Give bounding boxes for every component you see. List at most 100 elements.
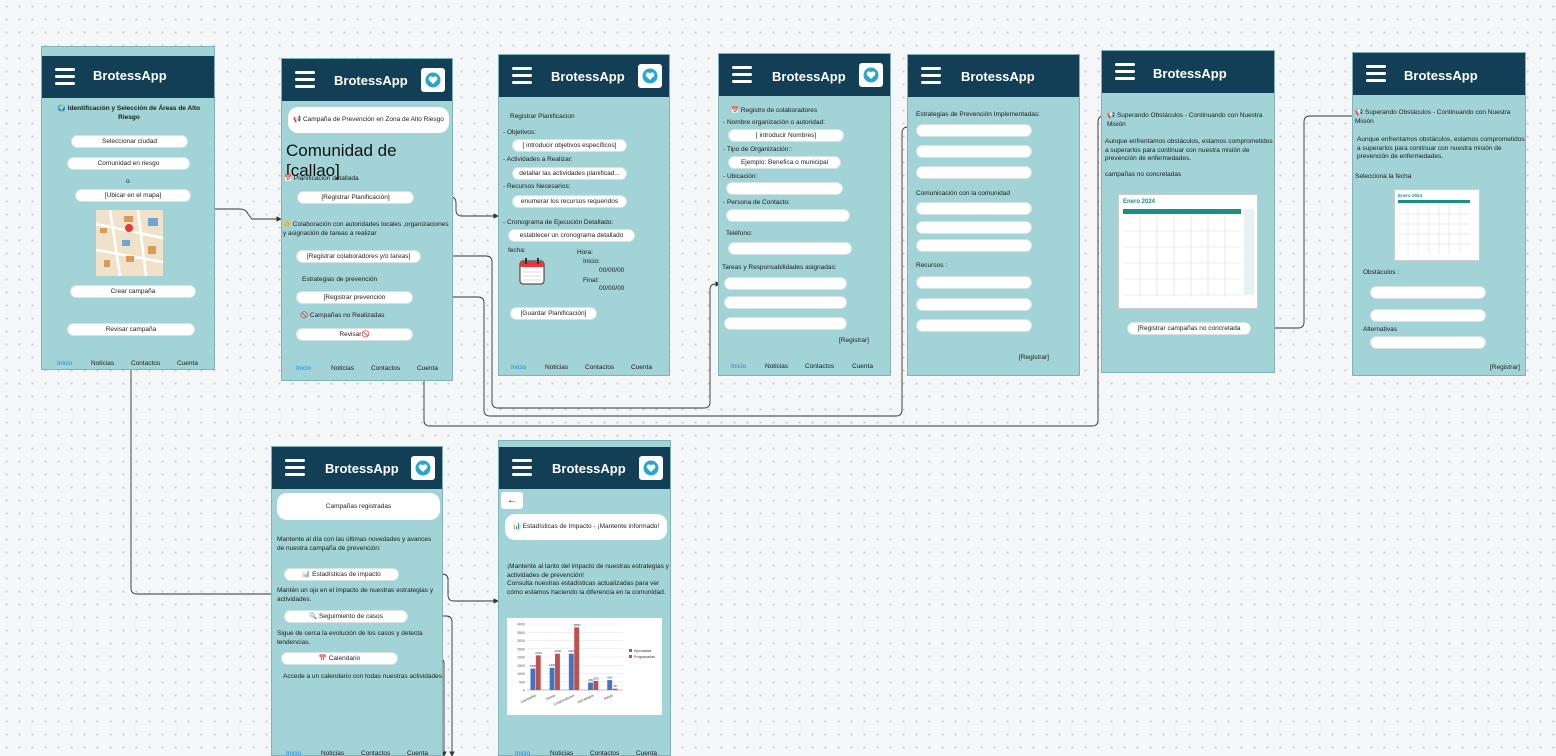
- phone-field[interactable]: [728, 242, 852, 255]
- community-risk-button[interactable]: Comunidad en riesgo: [67, 157, 190, 170]
- nav-noticias[interactable]: Noticias: [321, 750, 344, 755]
- back-button[interactable]: ←: [501, 492, 523, 509]
- task-field-2[interactable]: [724, 296, 847, 309]
- nav-inicio[interactable]: Inicio: [511, 364, 526, 371]
- app-title: BrotessApp: [325, 461, 399, 476]
- nav-cuenta[interactable]: Cuenta: [407, 750, 428, 755]
- nav-contactos[interactable]: Contactos: [585, 364, 614, 371]
- nav-noticias[interactable]: Noticias: [545, 364, 568, 371]
- app-title: BrotessApp: [772, 69, 846, 84]
- obstacle-field-2[interactable]: [1370, 309, 1486, 322]
- nav-noticias[interactable]: Noticias: [765, 363, 788, 370]
- save-planning-button[interactable]: [Guardar Planificación]: [510, 307, 597, 320]
- calendar-grid: [1123, 215, 1241, 297]
- select-city-button[interactable]: Seleccionar ciudad: [71, 135, 188, 148]
- nav-cuenta[interactable]: Cuenta: [177, 360, 198, 367]
- calendar-button[interactable]: 📅 Calendario: [281, 652, 398, 665]
- cases-desc: Sigue de cerca la evolución de los casos…: [277, 630, 423, 646]
- bottom-nav: Inicio Noticias Contactos Cuenta: [282, 363, 452, 377]
- strategy-field-3[interactable]: [916, 166, 1032, 179]
- app-title: BrotessApp: [961, 69, 1035, 84]
- nav-noticias[interactable]: Noticias: [331, 365, 354, 372]
- menu-icon[interactable]: [1366, 65, 1386, 82]
- map-image[interactable]: [96, 210, 163, 276]
- legend-swatch: [629, 655, 632, 658]
- task-field-1[interactable]: [724, 277, 847, 290]
- objectives-field[interactable]: [ introducir objetivos específicos]: [512, 139, 627, 152]
- menu-icon[interactable]: [921, 67, 941, 84]
- chart-svg: 0 500 1000 1500 2000 2500 3000 3500 4000 1300 2100…: [517, 623, 655, 707]
- y-tick-label: 1000: [517, 672, 525, 676]
- bar-1-4: [612, 688, 618, 690]
- location-field[interactable]: [726, 182, 843, 195]
- case-tracking-button[interactable]: 🔍 Seguimiento de casos: [284, 610, 408, 623]
- schedule-field[interactable]: establecer un cronograma detallado: [508, 229, 635, 242]
- register-button[interactable]: [Registrar]: [1019, 354, 1049, 363]
- contact-field[interactable]: [726, 209, 850, 222]
- nav-cuenta[interactable]: Cuenta: [631, 364, 652, 371]
- register-button[interactable]: [Registrar]: [1490, 364, 1520, 373]
- calendar-image[interactable]: Enero 2024: [1394, 189, 1480, 261]
- register-planning-button[interactable]: [Registrar Planificación]: [297, 191, 414, 204]
- calendar-image[interactable]: Enero 2024: [1118, 194, 1258, 309]
- nav-cuenta[interactable]: Cuenta: [852, 363, 873, 370]
- app-header: BrotessApp: [719, 54, 890, 96]
- menu-icon[interactable]: [55, 68, 75, 85]
- stats-button[interactable]: 📊 Estadísticas de impacto: [284, 568, 399, 581]
- nav-inicio[interactable]: Inicio: [286, 750, 301, 755]
- nav-inicio[interactable]: Inicio: [731, 363, 746, 370]
- nav-contactos[interactable]: Contactos: [805, 363, 834, 370]
- stats-card: 📊 Estadísticas de Impacto - ¡Mantente in…: [505, 514, 667, 540]
- resources-label: - Recursos Necesarios:: [503, 183, 571, 190]
- resources-field[interactable]: enumerar los recursos requeridos: [512, 195, 627, 208]
- register-failed-button[interactable]: [Registrar campañas no concretada: [1127, 322, 1251, 335]
- nav-contactos[interactable]: Contactos: [371, 365, 400, 372]
- alternative-field[interactable]: [1370, 336, 1486, 349]
- data-label: 1300: [530, 664, 537, 668]
- register-prevention-button[interactable]: [Registrar prevencion: [296, 291, 413, 304]
- org-type-field[interactable]: Ejemplo: Benefica o municipal: [728, 156, 841, 169]
- resource-field-3[interactable]: [916, 319, 1032, 332]
- x-tick-label: Metas: [603, 693, 614, 701]
- comm-field-2[interactable]: [916, 221, 1032, 234]
- menu-icon[interactable]: [1115, 63, 1135, 80]
- register-button[interactable]: [Registrar]: [839, 337, 869, 346]
- menu-icon[interactable]: [732, 66, 752, 83]
- nav-inicio[interactable]: Inicio: [296, 365, 311, 372]
- org-name-field[interactable]: [ introducir Nombres]: [728, 129, 844, 142]
- resource-field-2[interactable]: [916, 298, 1032, 311]
- obstacles-heading: 📢 Superando Obstáculos - Continuando con…: [1355, 109, 1511, 125]
- comm-field-3[interactable]: [916, 239, 1032, 252]
- strategy-field-1[interactable]: [916, 124, 1032, 137]
- task-field-3[interactable]: [724, 317, 847, 330]
- nav-contactos[interactable]: Contactos: [131, 360, 160, 367]
- menu-icon[interactable]: [512, 67, 532, 84]
- nav-contactos[interactable]: Contactos: [361, 750, 390, 755]
- nav-cuenta[interactable]: Cuenta: [636, 750, 657, 755]
- review-failed-button[interactable]: Revisar🚫: [296, 328, 413, 341]
- map-locate-button[interactable]: [Ubicar en el mapa]: [75, 189, 191, 202]
- menu-icon[interactable]: [512, 459, 532, 476]
- comm-field-1[interactable]: [916, 202, 1032, 215]
- nav-inicio[interactable]: Inicio: [515, 750, 530, 755]
- nav-contactos[interactable]: Contactos: [590, 750, 619, 755]
- nav-noticias[interactable]: Noticias: [91, 360, 114, 367]
- nav-cuenta[interactable]: Cuenta: [417, 365, 438, 372]
- menu-icon[interactable]: [285, 459, 305, 476]
- review-campaign-button[interactable]: Revisar campaña: [67, 323, 195, 336]
- obstacle-field-1[interactable]: [1370, 286, 1486, 299]
- strategy-field-2[interactable]: [916, 145, 1032, 158]
- stats-body: ¡Mantente al tanto del impacto de nuestr…: [507, 563, 669, 596]
- wire-s1-to-s2: [215, 208, 282, 222]
- activities-field[interactable]: detallar las actividades planificad...: [512, 167, 627, 180]
- resource-field-1[interactable]: [916, 276, 1032, 289]
- nav-noticias[interactable]: Noticias: [550, 750, 573, 755]
- resources-label: Recursos :: [916, 262, 948, 269]
- menu-icon[interactable]: [295, 71, 315, 88]
- nav-inicio[interactable]: Inicio: [57, 360, 72, 367]
- collab-label: 🤝 Colaboración con autoridades locales ,…: [283, 221, 449, 237]
- create-campaign-button[interactable]: Crear campaña: [70, 285, 196, 298]
- screen-registered-campaigns: BrotessApp Campañas registradas Mantente…: [271, 446, 443, 756]
- register-collab-button[interactable]: [Registrar colaboradores y/o tareas]: [296, 250, 421, 263]
- calendar-icon[interactable]: [519, 257, 545, 285]
